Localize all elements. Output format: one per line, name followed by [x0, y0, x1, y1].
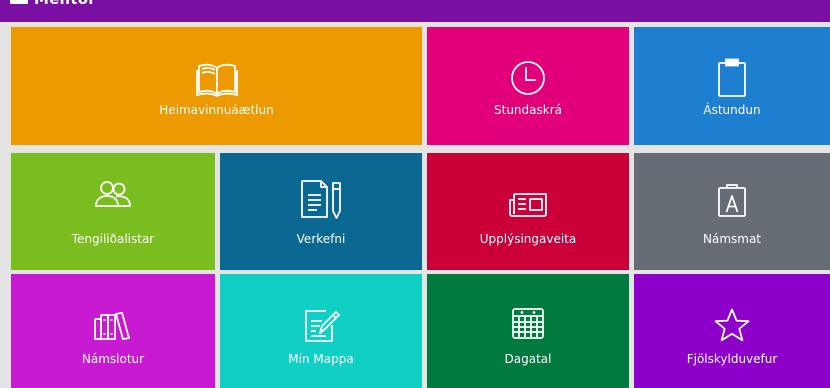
tile-label: Námsmat [702, 232, 762, 246]
tile-assignments[interactable]: Verkefni [220, 153, 422, 270]
books-shelf-icon [94, 312, 132, 340]
grade-clipboard-icon [717, 182, 747, 218]
tile-assessment[interactable]: Námsmat [634, 153, 830, 270]
document-pencil-icon [299, 179, 343, 221]
tile-attendance[interactable]: Ástundun [634, 27, 830, 145]
tile-label: Tengiliðalistar [71, 232, 155, 246]
tile-label: Stundaskrá [494, 103, 562, 117]
tile-schedule[interactable]: Stundaskrá [427, 27, 629, 145]
tile-calendar[interactable]: Dagatal [427, 274, 629, 388]
tile-family-web[interactable]: Fjölskylduvefur [634, 274, 830, 388]
tile-label: Ástundun [703, 103, 761, 117]
tile-label: Námslotur [81, 352, 145, 366]
menu-icon [10, 0, 28, 4]
edit-note-icon [302, 307, 340, 343]
tile-label: Mín Mappa [288, 352, 354, 366]
clock-icon [510, 60, 546, 96]
tile-label: Verkefni [296, 232, 346, 246]
tile-information-feed[interactable]: Upplýsingaveita [427, 153, 629, 270]
tile-my-folder[interactable]: Mín Mappa [220, 274, 422, 388]
star-icon [714, 308, 750, 342]
brand-name: Mentor [34, 0, 96, 8]
clipboard-icon [717, 58, 747, 98]
tile-label: Heimavinnuáætlun [159, 103, 274, 117]
tile-grid: Heimavinnuáætlun Stundaskrá Ástundun Ten… [0, 22, 830, 388]
tile-homework-plan[interactable]: Heimavinnuáætlun [11, 27, 422, 145]
contacts-people-icon [94, 179, 132, 209]
top-bar: Mentor [0, 0, 830, 22]
newspaper-icon [508, 192, 548, 218]
tile-label: Fjölskylduvefur [686, 352, 778, 366]
tile-label: Dagatal [504, 352, 552, 366]
tile-label: Upplýsingaveita [479, 232, 577, 246]
open-book-icon [195, 61, 238, 97]
calendar-icon [511, 306, 545, 340]
brand-logo[interactable]: Mentor [10, 0, 96, 8]
tile-study-periods[interactable]: Námslotur [11, 274, 215, 388]
tile-contact-lists[interactable]: Tengiliðalistar [11, 153, 215, 270]
